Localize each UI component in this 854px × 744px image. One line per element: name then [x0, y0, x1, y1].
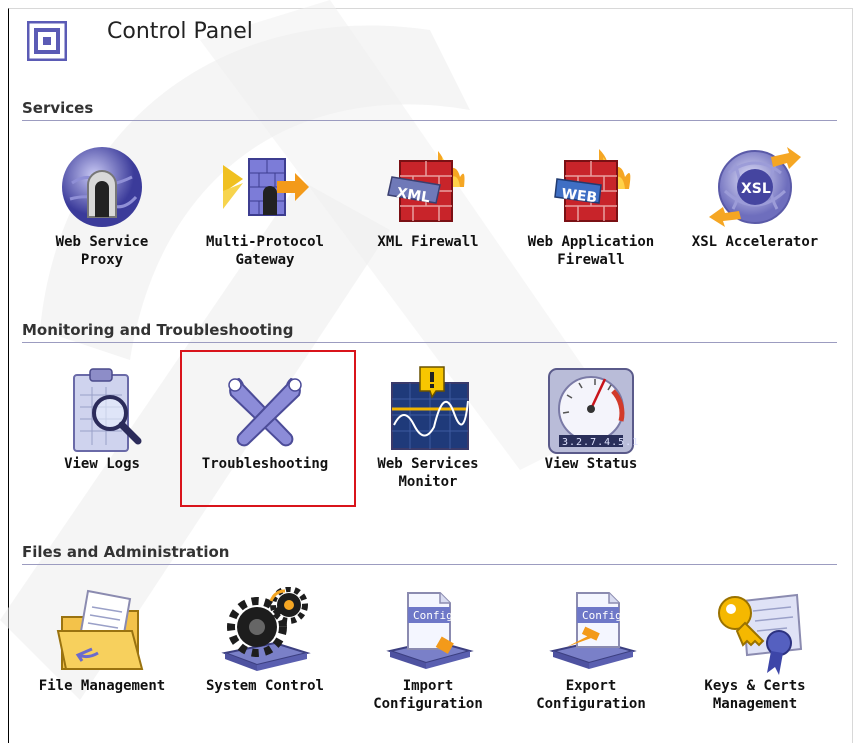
- config-import-icon: Config: [386, 592, 474, 669]
- section-divider: [22, 342, 837, 343]
- web-firewall-icon: WEB: [554, 149, 631, 222]
- tile-label: System Control: [205, 678, 324, 694]
- control-panel-logo: [27, 21, 67, 61]
- gears-icon: [221, 587, 311, 671]
- tile-export-configuration[interactable]: Config Export Configuration: [511, 587, 671, 713]
- tile-label: Multi-Protocol Gateway: [205, 234, 324, 268]
- config-badge: Config: [582, 609, 622, 622]
- tile-label: Keys & Certs Management: [704, 678, 806, 712]
- tile-xml-firewall[interactable]: XML XML Firewall: [348, 143, 508, 251]
- xsl-accelerator-icon: XSL: [709, 147, 801, 227]
- tile-label: XML Firewall: [377, 234, 479, 250]
- clipboard-magnifier-icon: [73, 368, 142, 452]
- section-title-files: Files and Administration: [22, 543, 230, 561]
- tile-label: XSL Accelerator: [691, 234, 819, 250]
- gateway-arrow-icon: [223, 158, 309, 216]
- key-certificate-icon: [718, 593, 803, 675]
- tile-web-services-monitor[interactable]: Web Services Monitor: [348, 365, 508, 491]
- tile-label: Web Application Firewall: [527, 234, 655, 268]
- page-title: Control Panel: [107, 19, 253, 44]
- section-divider: [22, 120, 837, 121]
- tile-label: Import Configuration: [373, 678, 483, 712]
- status-counter: 3.2.7.4.5.1: [562, 437, 639, 448]
- tile-system-control[interactable]: System Control: [185, 587, 345, 695]
- tile-view-status[interactable]: 3.2.7.4.5.1 View Status: [511, 365, 671, 473]
- section-title-services: Services: [22, 99, 94, 117]
- selection-highlight: [180, 350, 356, 507]
- tile-multi-protocol-gateway[interactable]: Multi-Protocol Gateway: [185, 143, 345, 269]
- gauge-icon: 3.2.7.4.5.1: [548, 368, 639, 454]
- tile-label: View Status: [544, 456, 638, 472]
- tile-label: File Management: [38, 678, 166, 694]
- svg-text:XSL: XSL: [741, 181, 771, 197]
- globe-arch-icon: [62, 147, 142, 227]
- folder-document-icon: [56, 589, 144, 670]
- section-title-monitoring: Monitoring and Troubleshooting: [22, 321, 294, 339]
- tile-keys-certs-management[interactable]: Keys & Certs Management: [675, 587, 835, 713]
- tile-file-management[interactable]: File Management: [22, 587, 182, 695]
- monitor-alert-icon: [391, 366, 469, 450]
- config-badge: Config: [413, 609, 453, 622]
- tile-web-application-firewall[interactable]: WEB Web Application Firewall: [511, 143, 671, 269]
- tile-label: View Logs: [64, 456, 140, 472]
- section-divider: [22, 564, 837, 565]
- tile-xsl-accelerator[interactable]: XSL XSL Accelerator: [675, 143, 835, 251]
- config-export-icon: Config: [549, 592, 637, 669]
- tile-web-service-proxy[interactable]: Web Service Proxy: [22, 143, 182, 269]
- tile-view-logs[interactable]: View Logs: [22, 365, 182, 473]
- tile-import-configuration[interactable]: Config Import Configuration: [348, 587, 508, 713]
- tile-label: Export Configuration: [536, 678, 646, 712]
- xml-firewall-icon: XML: [387, 151, 465, 222]
- tile-label: Web Services Monitor: [377, 456, 479, 490]
- tile-label: Web Service Proxy: [55, 234, 149, 268]
